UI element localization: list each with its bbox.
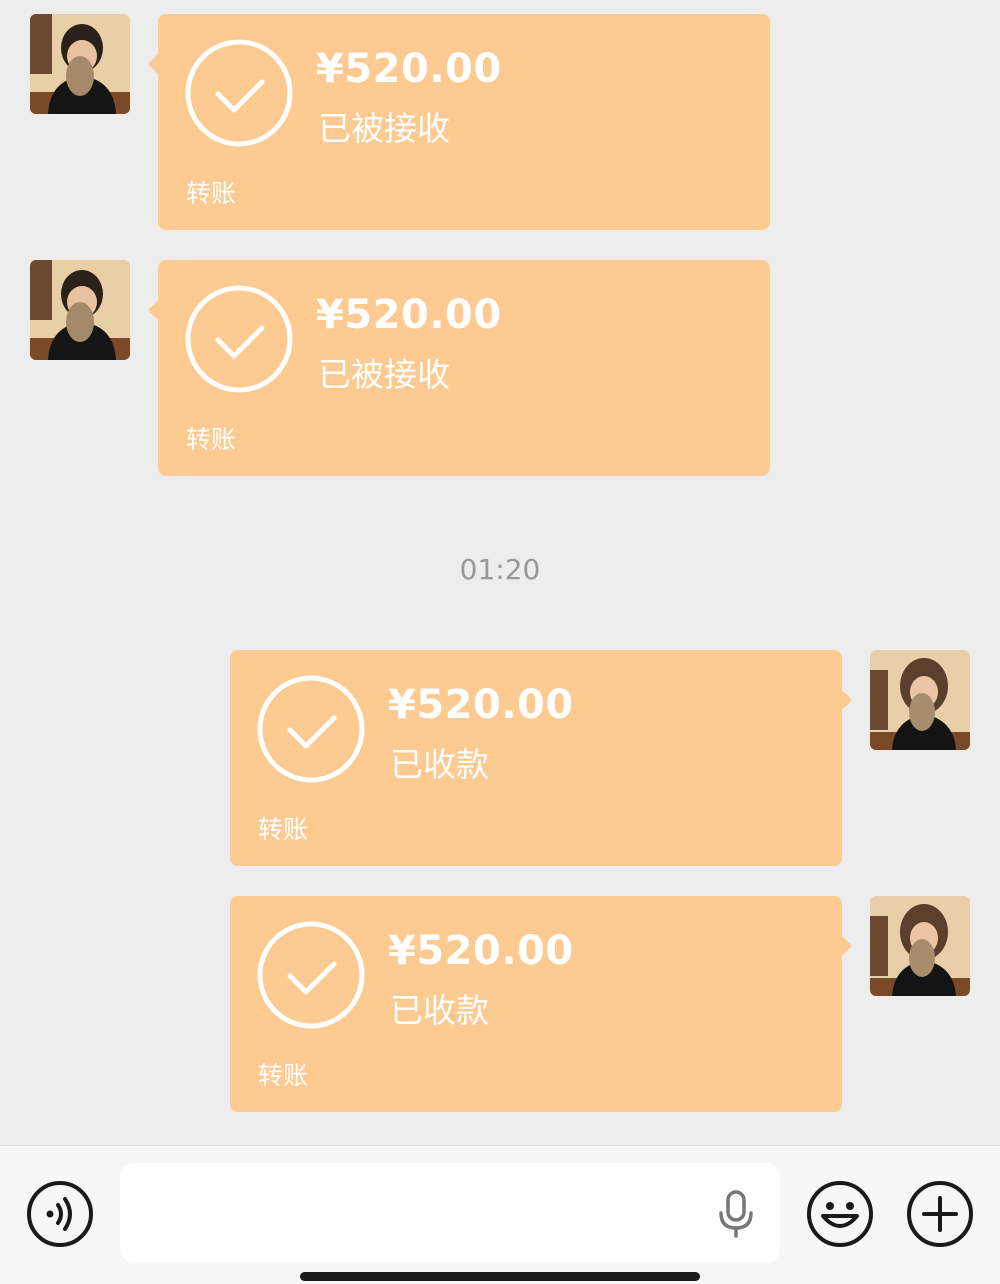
home-indicator[interactable] bbox=[300, 1272, 700, 1281]
transfer-amount: ¥520.00 bbox=[316, 46, 502, 92]
check-circle-icon bbox=[185, 285, 293, 393]
input-toolbar bbox=[0, 1145, 1000, 1284]
transfer-status: 已被接收 bbox=[318, 109, 450, 148]
transfer-label: 转账 bbox=[258, 1061, 309, 1090]
transfer-status: 已收款 bbox=[390, 745, 489, 784]
plus-icon[interactable] bbox=[906, 1180, 974, 1248]
bubble-tail bbox=[148, 54, 158, 74]
transfer-message-bubble[interactable]: ¥520.00 已收款 转账 bbox=[230, 650, 852, 866]
transfer-status: 已收款 bbox=[390, 991, 489, 1030]
transfer-amount: ¥520.00 bbox=[388, 928, 574, 974]
check-circle-icon bbox=[257, 921, 365, 1029]
my-avatar[interactable] bbox=[870, 650, 970, 750]
message-input[interactable] bbox=[120, 1163, 780, 1263]
my-avatar[interactable] bbox=[870, 896, 970, 996]
bubble-tail bbox=[842, 936, 852, 956]
transfer-label: 转账 bbox=[186, 179, 237, 208]
check-circle-icon bbox=[257, 675, 365, 783]
transfer-message-bubble[interactable]: ¥520.00 已被接收 转账 bbox=[148, 14, 770, 230]
transfer-label: 转账 bbox=[186, 425, 237, 454]
transfer-label: 转账 bbox=[258, 815, 309, 844]
bubble-tail bbox=[842, 690, 852, 710]
transfer-amount: ¥520.00 bbox=[316, 292, 502, 338]
bubble-tail bbox=[148, 300, 158, 320]
chat-area[interactable]: ¥520.00 已被接收 转账 ¥520.00 已被接收 转账 01:20 ¥5… bbox=[0, 0, 1000, 1145]
microphone-icon[interactable] bbox=[716, 1189, 756, 1239]
check-circle-icon bbox=[185, 39, 293, 147]
contact-avatar[interactable] bbox=[30, 260, 130, 360]
transfer-message-bubble[interactable]: ¥520.00 已收款 转账 bbox=[230, 896, 852, 1112]
voice-mode-icon[interactable] bbox=[26, 1180, 94, 1248]
transfer-status: 已被接收 bbox=[318, 355, 450, 394]
transfer-message-bubble[interactable]: ¥520.00 已被接收 转账 bbox=[148, 260, 770, 476]
message-timestamp: 01:20 bbox=[459, 553, 541, 586]
emoji-icon[interactable] bbox=[806, 1180, 874, 1248]
contact-avatar[interactable] bbox=[30, 14, 130, 114]
transfer-amount: ¥520.00 bbox=[388, 682, 574, 728]
